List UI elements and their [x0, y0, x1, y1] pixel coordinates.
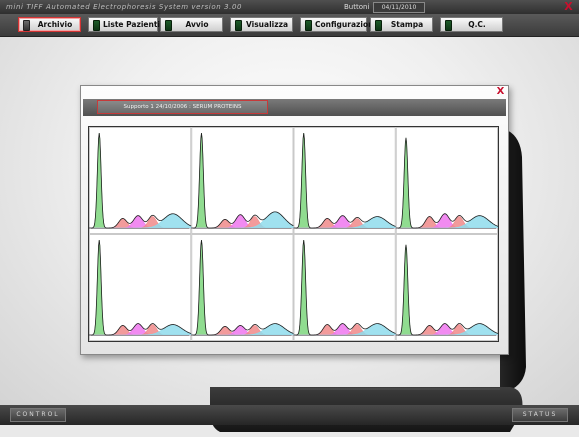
- electrophoresis-panel: [293, 234, 397, 341]
- status-led-icon: [23, 20, 30, 31]
- electrophoresis-panel: [191, 127, 294, 234]
- dialog-tab-strip: Supporto 1 24/10/2006 : SERUM PROTEINS: [83, 99, 506, 116]
- menu-configurazioni-button[interactable]: Configurazioni: [300, 17, 377, 32]
- menu-bar: Archivio Liste Pazienti Avvio Visualizza…: [0, 14, 579, 37]
- fraction-albumin: [89, 132, 192, 229]
- status-led-icon: [375, 20, 382, 31]
- density-curve: [395, 244, 498, 336]
- electrophoresis-panel: [89, 127, 192, 234]
- electrophoresis-panel: [395, 127, 498, 234]
- menu-button-label: Q.C.: [468, 20, 486, 29]
- menu-avvio-button[interactable]: Avvio: [160, 17, 223, 32]
- density-curve: [89, 132, 192, 229]
- density-curve: [191, 239, 294, 336]
- menu-liste-pazienti-button[interactable]: Liste Pazienti: [88, 17, 160, 32]
- date-field[interactable]: 04/11/2010: [373, 2, 425, 13]
- status-led-icon: [93, 20, 100, 31]
- density-curve: [293, 239, 396, 336]
- menu-visualizza-button[interactable]: Visualizza: [230, 17, 293, 32]
- fraction-albumin: [89, 239, 192, 336]
- electrophoresis-panel: [89, 234, 192, 341]
- status-button[interactable]: STATUS: [512, 408, 568, 422]
- fraction-albumin: [395, 244, 498, 336]
- status-led-icon: [305, 20, 312, 31]
- window-close-icon[interactable]: X: [562, 1, 575, 13]
- status-led-icon: [445, 20, 452, 31]
- support-viewer-dialog: X Supporto 1 24/10/2006 : SERUM PROTEINS: [80, 85, 509, 355]
- density-curve: [293, 132, 396, 229]
- status-led-icon: [165, 20, 172, 31]
- menu-qc-button[interactable]: Q.C.: [440, 17, 503, 32]
- status-bar: CONTROL STATUS: [0, 405, 579, 425]
- electrophoresis-plot-area: [88, 126, 499, 342]
- density-curve: [89, 239, 192, 336]
- mode-label[interactable]: Buttoni: [344, 0, 369, 14]
- menu-stampa-button[interactable]: Stampa: [370, 17, 433, 32]
- electrophoresis-panel: [293, 127, 397, 234]
- app-title: mini TIFF Automated Electrophoresis Syst…: [6, 3, 243, 11]
- density-curve: [395, 137, 498, 229]
- electrophoresis-panel: [191, 234, 294, 341]
- control-button[interactable]: CONTROL: [10, 408, 66, 422]
- menu-archivio-button[interactable]: Archivio: [18, 17, 81, 32]
- menu-button-label: Archivio: [37, 20, 73, 29]
- menu-button-label: Visualizza: [245, 20, 289, 29]
- electrophoresis-panel: [395, 234, 498, 341]
- fraction-albumin: [191, 239, 294, 336]
- status-led-icon: [235, 20, 242, 31]
- electrophoresis-chart: [89, 127, 498, 341]
- title-bar: mini TIFF Automated Electrophoresis Syst…: [0, 0, 579, 14]
- dialog-close-icon[interactable]: X: [495, 87, 506, 97]
- menu-button-label: Configurazioni: [315, 20, 377, 29]
- fraction-albumin: [293, 132, 396, 229]
- menu-button-label: Avvio: [185, 20, 209, 29]
- fraction-albumin: [293, 239, 396, 336]
- menu-button-label: Stampa: [390, 20, 424, 29]
- tab-support-1[interactable]: Supporto 1 24/10/2006 : SERUM PROTEINS: [97, 100, 268, 114]
- menu-button-label: Liste Pazienti: [103, 20, 160, 29]
